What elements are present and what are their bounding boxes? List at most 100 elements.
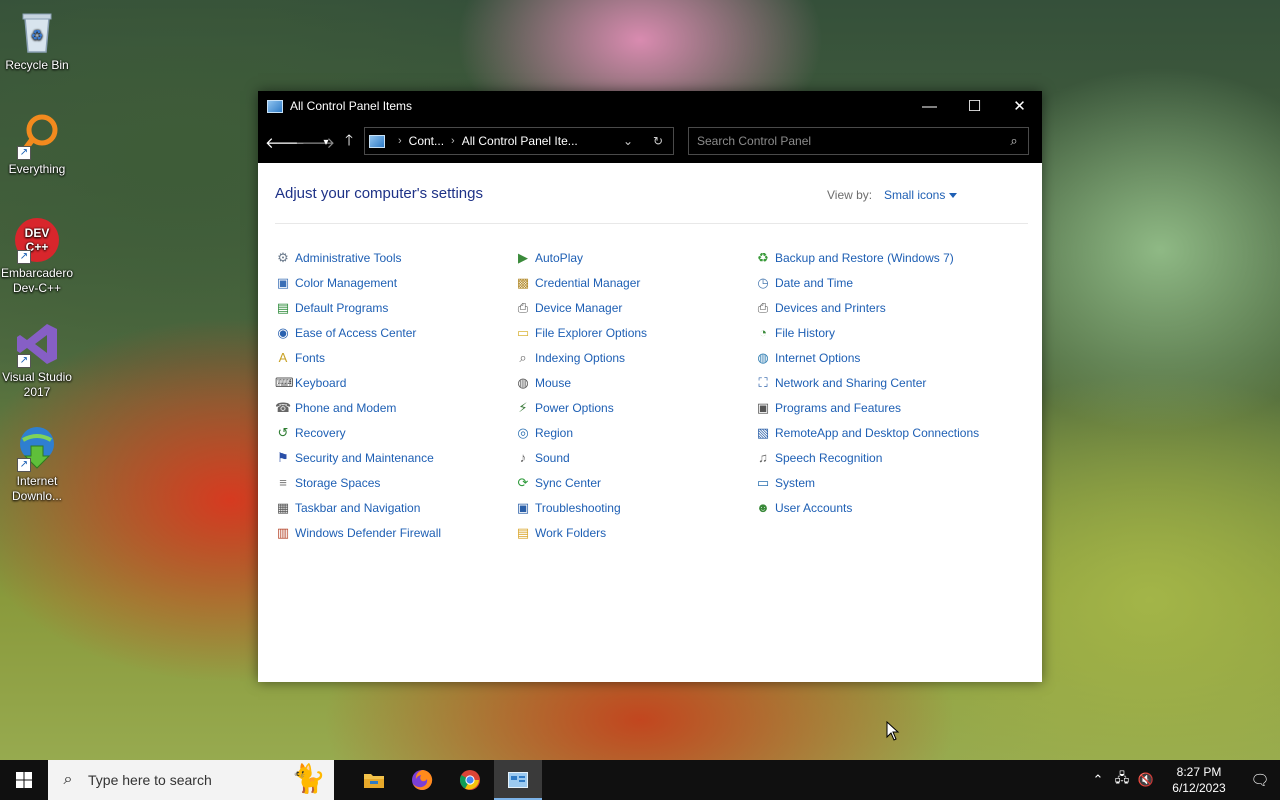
control-panel-item[interactable]: ⛶ Network and Sharing Center	[755, 375, 995, 400]
control-panel-item[interactable]: ▣ Color Management	[275, 275, 515, 300]
desktop-icon-visual-studio[interactable]: ↗ Visual Studio 2017	[0, 320, 74, 400]
title-bar[interactable]: All Control Panel Items — ☐ ✕	[258, 91, 1042, 121]
taskbar-search-box[interactable]: ⌕ Type here to search 🐈	[48, 760, 334, 800]
volume-muted-icon[interactable]: 🔇	[1134, 772, 1158, 788]
user-accounts-icon: ☻	[756, 500, 770, 515]
taskbar-control-panel[interactable]	[494, 760, 542, 800]
breadcrumb-all-items[interactable]: All Control Panel Ite...	[462, 134, 578, 148]
taskbar-clock[interactable]: 8:27 PM 6/12/2023	[1164, 764, 1234, 796]
visual-studio-icon: ↗	[13, 320, 61, 368]
recent-locations-chevron-icon[interactable]: ▾	[319, 137, 333, 148]
control-panel-item[interactable]: ▥ Windows Defender Firewall	[275, 525, 515, 550]
forward-arrow-icon[interactable]: 🡒	[295, 133, 335, 152]
back-arrow-icon[interactable]: 🡐	[265, 133, 305, 152]
control-panel-item[interactable]: A Fonts	[275, 350, 515, 375]
control-panel-item-label: Default Programs	[295, 301, 389, 315]
desktop-icon-recycle-bin[interactable]: ♻ Recycle Bin	[0, 8, 74, 73]
refresh-icon[interactable]: ↻	[643, 134, 673, 148]
clock-date: 6/12/2023	[1172, 781, 1226, 795]
items-column: ♻ Backup and Restore (Windows 7) ◷ Date and…	[755, 250, 995, 550]
control-panel-item[interactable]: ▶ AutoPlay	[515, 250, 755, 275]
control-panel-item[interactable]: ⚙ Administrative Tools	[275, 250, 515, 275]
recycle-bin-icon: ♻	[13, 8, 61, 56]
desktop-icon-idm[interactable]: ↗ Internet Downlo...	[0, 424, 74, 504]
control-panel-item[interactable]: ◷ Date and Time	[755, 275, 995, 300]
control-panel-item-label: File Explorer Options	[535, 326, 648, 340]
shortcut-arrow-icon: ↗	[17, 250, 31, 264]
breadcrumb-control-panel[interactable]: Cont...	[409, 134, 444, 148]
navigation-toolbar: 🡐 🡒 ▾ 🡑 › Cont... › All Control Panel It…	[258, 121, 1042, 163]
control-panel-item[interactable]: ▦ Taskbar and Navigation	[275, 500, 515, 525]
address-bar[interactable]: › Cont... › All Control Panel Ite... ⌄ ↻	[364, 127, 674, 155]
taskbar-file-explorer[interactable]	[350, 760, 398, 800]
items-column: ⚙ Administrative Tools ▣ Color Management ▤ D…	[275, 250, 515, 550]
page-title: Adjust your computer's settings	[275, 185, 483, 202]
up-arrow-icon[interactable]: 🡑	[337, 130, 361, 155]
view-by-dropdown[interactable]: Small icons	[884, 188, 958, 202]
control-panel-item-label: Fonts	[295, 351, 326, 365]
control-panel-item[interactable]: ◍ Internet Options	[755, 350, 995, 375]
control-panel-item[interactable]: ◔ File History	[755, 325, 995, 350]
control-panel-item[interactable]: ◍ Mouse	[515, 375, 755, 400]
control-panel-item[interactable]: ▧ RemoteApp and Desktop Connections	[755, 425, 995, 450]
control-panel-item[interactable]: ♻ Backup and Restore (Windows 7)	[755, 250, 995, 275]
search-icon[interactable]: ⌕	[1000, 133, 1028, 149]
control-panel-item-label: Credential Manager	[535, 276, 641, 290]
control-panel-item[interactable]: ☻ User Accounts	[755, 500, 995, 525]
control-panel-item[interactable]: ▭ File Explorer Options	[515, 325, 755, 350]
credential-manager-icon: ▩	[516, 275, 530, 290]
network-icon[interactable]: 🖧	[1110, 769, 1134, 791]
control-panel-item[interactable]: ▣ Troubleshooting	[515, 500, 755, 525]
work-folders-icon: ▤	[516, 525, 530, 540]
control-panel-item[interactable]: ↺ Recovery	[275, 425, 515, 450]
control-panel-item-label: Sound	[535, 451, 570, 465]
close-button[interactable]: ✕	[997, 91, 1042, 121]
mouse-icon: ◍	[517, 375, 529, 390]
control-panel-item[interactable]: ⚡ Power Options	[515, 400, 755, 425]
view-by-label: View by:	[827, 188, 873, 202]
control-panel-item-label: Network and Sharing Center	[775, 376, 927, 390]
control-panel-item[interactable]: ⎙ Devices and Printers	[755, 300, 995, 325]
control-panel-item[interactable]: ♪ Sound	[515, 450, 755, 475]
control-panel-item[interactable]: ☎ Phone and Modem	[275, 400, 515, 425]
control-panel-icon	[508, 772, 528, 788]
control-panel-item[interactable]: ≡ Storage Spaces	[275, 475, 515, 500]
control-panel-item-label: Devices and Printers	[775, 301, 886, 315]
show-hidden-icons-chevron-icon[interactable]: ⌃	[1086, 772, 1110, 788]
control-panel-item[interactable]: ⌕ Indexing Options	[515, 350, 755, 375]
control-panel-item[interactable]: ▭ System	[755, 475, 995, 500]
search-box[interactable]: ⌕	[688, 127, 1029, 155]
address-dropdown-chevron-icon[interactable]: ⌄	[613, 134, 643, 148]
control-panel-item[interactable]: ▤ Work Folders	[515, 525, 755, 550]
control-panel-item[interactable]: ⌨ Keyboard	[275, 375, 515, 400]
phone-modem-icon: ☎	[275, 400, 292, 415]
desktop-icon-everything[interactable]: ↗ Everything	[0, 112, 74, 177]
control-panel-item-label: Windows Defender Firewall	[295, 526, 442, 540]
control-panel-item[interactable]: ⟳ Sync Center	[515, 475, 755, 500]
desktop-icon-devcpp[interactable]: DEV C++ ↗ Embarcadero Dev-C++	[0, 216, 74, 296]
control-panel-item[interactable]: ▣ Programs and Features	[755, 400, 995, 425]
start-button[interactable]	[0, 760, 48, 800]
control-panel-item-label: Sync Center	[535, 476, 602, 490]
control-panel-icon	[267, 99, 283, 113]
taskbar-chrome[interactable]	[446, 760, 494, 800]
troubleshooting-icon: ▣	[516, 500, 530, 515]
action-center-icon[interactable]: 🗨	[1240, 771, 1280, 789]
control-panel-item-label: Indexing Options	[535, 351, 626, 365]
power-options-icon: ⚡	[518, 400, 528, 415]
taskbar-firefox[interactable]	[398, 760, 446, 800]
control-panel-item[interactable]: ▩ Credential Manager	[515, 275, 755, 300]
control-panel-item[interactable]: ◉ Ease of Access Center	[275, 325, 515, 350]
control-panel-item-label: AutoPlay	[535, 251, 584, 265]
shortcut-arrow-icon: ↗	[17, 458, 31, 472]
search-highlight-cat-icon[interactable]: 🐈	[291, 762, 326, 795]
control-panel-item[interactable]: ♫ Speech Recognition	[755, 450, 995, 475]
control-panel-item[interactable]: ⎙ Device Manager	[515, 300, 755, 325]
ease-of-access-icon: ◉	[277, 325, 289, 340]
maximize-button[interactable]: ☐	[952, 91, 997, 121]
minimize-button[interactable]: —	[907, 91, 952, 121]
control-panel-item[interactable]: ⚑ Security and Maintenance	[275, 450, 515, 475]
control-panel-item[interactable]: ▤ Default Programs	[275, 300, 515, 325]
control-panel-item[interactable]: ◎ Region	[515, 425, 755, 450]
search-input[interactable]	[689, 133, 1000, 149]
